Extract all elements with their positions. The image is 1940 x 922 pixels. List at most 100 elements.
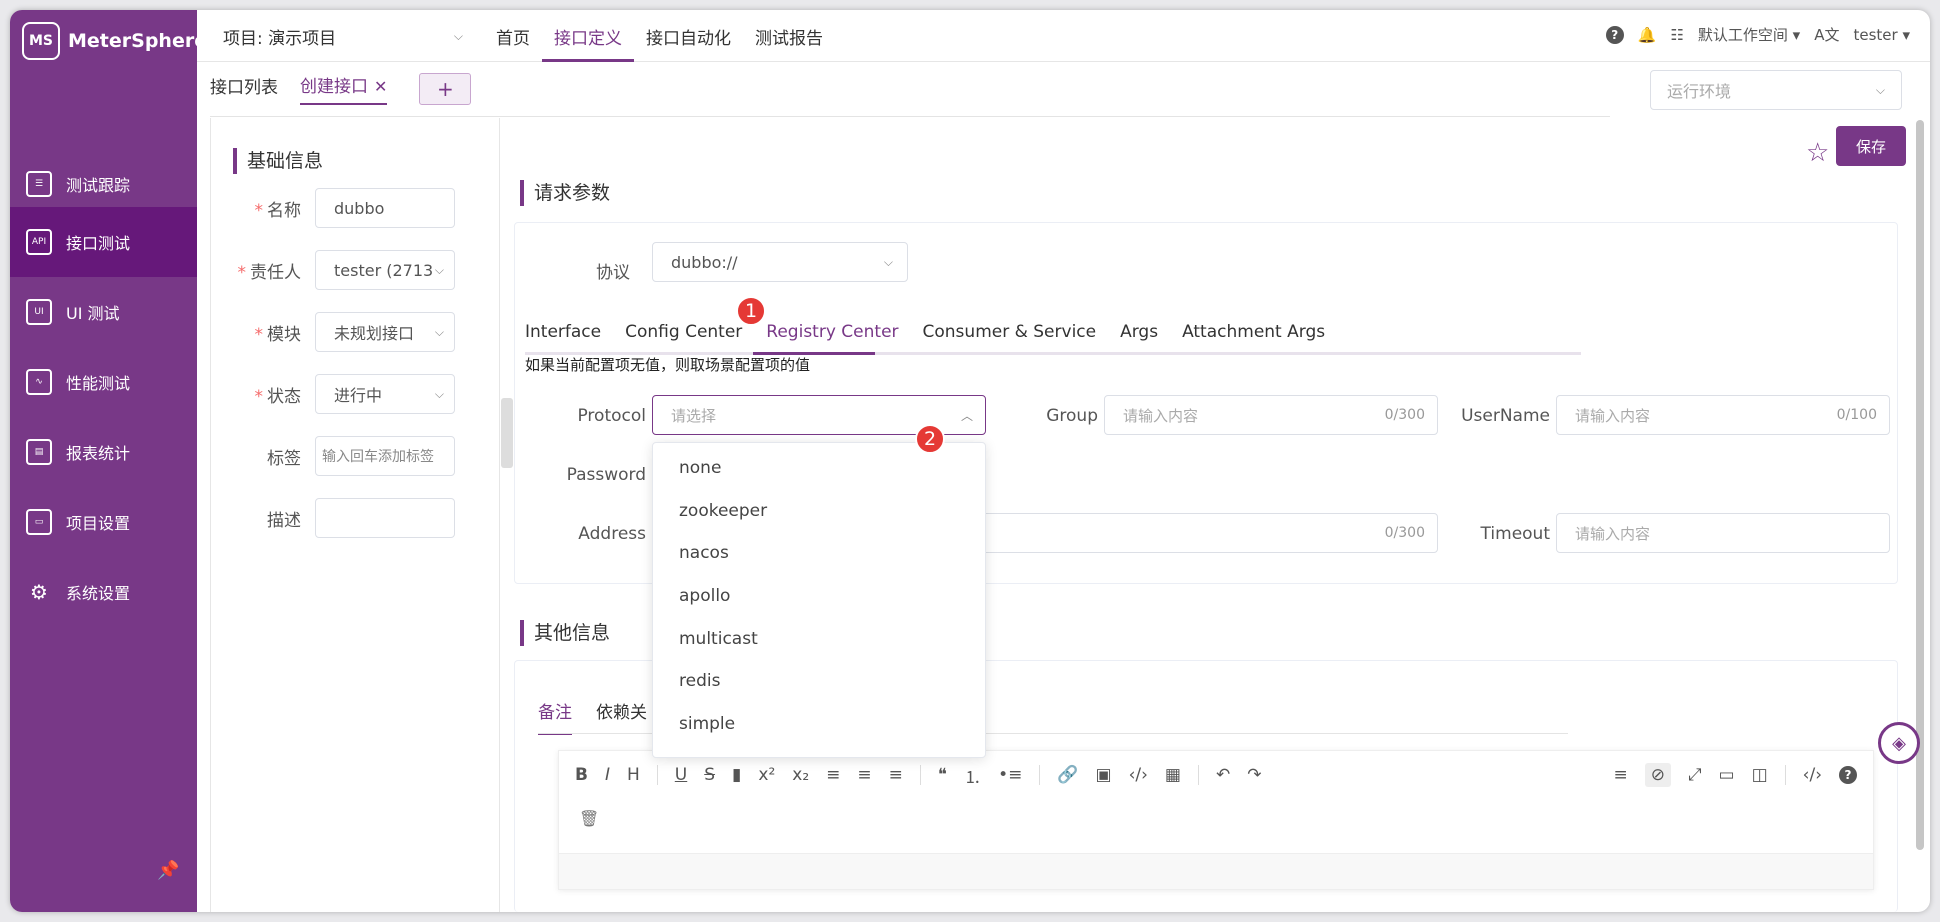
- html-code-icon[interactable]: ‹/›: [1803, 765, 1822, 785]
- step-badge-2: 2: [915, 424, 945, 454]
- split-view-icon[interactable]: ◫: [1752, 765, 1768, 785]
- preview-toggle-icon[interactable]: ⊘: [1644, 763, 1671, 787]
- tab-attachment-args[interactable]: Attachment Args: [1182, 322, 1325, 342]
- owner-select[interactable]: tester (2713 ⌵: [315, 250, 455, 290]
- link-icon[interactable]: 🔗: [1057, 765, 1078, 785]
- dropdown-option-simple[interactable]: simple: [653, 703, 985, 746]
- underline-icon[interactable]: U: [675, 765, 687, 785]
- tab-interface[interactable]: Interface: [525, 322, 601, 342]
- superscript-icon[interactable]: x²: [758, 765, 775, 785]
- star-icon[interactable]: ☆: [1806, 138, 1829, 168]
- sidebar-item-system-settings[interactable]: ⚙ 系统设置: [10, 557, 197, 627]
- folder-icon: ▭: [26, 509, 52, 535]
- request-tabs: Interface Config Center Registry Center …: [525, 322, 1325, 342]
- image-icon[interactable]: ▣: [1096, 765, 1112, 785]
- ui-icon: UI: [26, 299, 52, 325]
- status-row: * 状态 进行中 ⌵: [211, 374, 501, 414]
- address-count: 0/300: [1384, 525, 1425, 541]
- bell-icon[interactable]: 🔔: [1638, 26, 1657, 44]
- project-selector[interactable]: 项目: 演示项目 ⌵: [223, 24, 463, 49]
- markdown-editor[interactable]: B I H U S ▮ x² x₂ ≡ ≡ ≡ ❝ ⒈ •≡ 🔗 ▣ ‹/› ▦…: [558, 750, 1874, 890]
- top-nav-test-report[interactable]: 测试报告: [743, 10, 835, 62]
- help-icon[interactable]: ?: [1605, 25, 1624, 44]
- tag-label: 标签: [267, 448, 301, 469]
- tab-config-center[interactable]: Config Center: [625, 322, 742, 342]
- bookmark-icon[interactable]: ▮: [732, 765, 741, 785]
- align-left-icon[interactable]: ≡: [826, 765, 840, 785]
- heading-icon[interactable]: H: [627, 765, 640, 785]
- tab-remark[interactable]: 备注: [538, 698, 572, 735]
- timeout-input[interactable]: 请输入内容: [1556, 513, 1890, 553]
- name-input[interactable]: dubbo: [315, 188, 455, 228]
- menu-icon[interactable]: ≡: [1613, 765, 1627, 785]
- undo-icon[interactable]: ↶: [1216, 765, 1230, 785]
- strikethrough-icon[interactable]: S: [704, 765, 715, 785]
- task-list-icon[interactable]: ☷: [1670, 26, 1683, 44]
- top-nav-api-automation[interactable]: 接口自动化: [634, 10, 743, 62]
- pin-icon[interactable]: 📌: [157, 860, 179, 881]
- bold-icon[interactable]: B: [575, 765, 588, 785]
- fullscreen-icon[interactable]: ⤢: [1688, 765, 1702, 785]
- subscript-icon[interactable]: x₂: [792, 765, 809, 785]
- italic-icon[interactable]: I: [605, 765, 610, 785]
- align-center-icon[interactable]: ≡: [857, 765, 871, 785]
- align-right-icon[interactable]: ≡: [889, 765, 903, 785]
- window-icon[interactable]: ▭: [1719, 765, 1735, 785]
- tab-dependency[interactable]: 依赖关: [596, 698, 647, 735]
- trash-icon[interactable]: 🗑: [579, 809, 599, 828]
- sidebar-item-api-test[interactable]: API 接口测试: [10, 207, 197, 277]
- sidebar-item-report[interactable]: ▤ 报表统计: [10, 417, 197, 487]
- dropdown-option-multicast[interactable]: multicast: [653, 617, 985, 660]
- redo-icon[interactable]: ↷: [1247, 765, 1261, 785]
- tab-api-list[interactable]: 接口列表: [210, 73, 278, 104]
- compass-icon[interactable]: ◈: [1878, 722, 1920, 764]
- dropdown-option-zookeeper[interactable]: zookeeper: [653, 490, 985, 533]
- group-placeholder: 请输入内容: [1123, 406, 1199, 425]
- description-row: 描述: [211, 498, 501, 538]
- owner-row: * 责任人 tester (2713 ⌵: [211, 250, 501, 290]
- dropdown-option-redis[interactable]: redis: [653, 660, 985, 703]
- unordered-list-icon[interactable]: •≡: [998, 765, 1022, 785]
- table-icon[interactable]: ▦: [1165, 765, 1181, 785]
- user-menu[interactable]: tester ▾: [1853, 26, 1910, 44]
- chevron-down-icon: ⌵: [453, 29, 463, 43]
- tag-input[interactable]: 输入回车添加标签: [315, 436, 455, 476]
- toolbar-separator: [1784, 765, 1786, 785]
- close-icon[interactable]: ✕: [374, 77, 387, 96]
- tab-consumer-service[interactable]: Consumer & Service: [923, 322, 1097, 342]
- language-icon[interactable]: A文: [1814, 24, 1839, 45]
- status-select[interactable]: 进行中 ⌵: [315, 374, 455, 414]
- module-select[interactable]: 未规划接口 ⌵: [315, 312, 455, 352]
- ordered-list-icon[interactable]: ⒈: [964, 763, 981, 788]
- description-label: 描述: [267, 510, 301, 531]
- editor-body[interactable]: [559, 853, 1873, 889]
- logo-mark: MS: [22, 22, 60, 60]
- sidebar-item-project-settings[interactable]: ▭ 项目设置: [10, 487, 197, 557]
- top-nav-home[interactable]: 首页: [484, 10, 542, 62]
- tab-registry-center[interactable]: Registry Center: [766, 322, 898, 342]
- top-nav-api-definition[interactable]: 接口定义: [542, 10, 634, 62]
- group-input[interactable]: 请输入内容 0/300: [1104, 395, 1438, 435]
- help-icon[interactable]: ?: [1839, 766, 1857, 784]
- environment-select[interactable]: 运行环境 ⌵: [1650, 70, 1902, 110]
- username-input[interactable]: 请输入内容 0/100: [1556, 395, 1890, 435]
- save-button[interactable]: 保存: [1836, 126, 1906, 166]
- sidebar-item-ui-test[interactable]: UI UI 测试: [10, 277, 197, 347]
- sidebar-item-label: 项目设置: [66, 514, 131, 533]
- tab-args[interactable]: Args: [1120, 322, 1158, 342]
- dropdown-option-apollo[interactable]: apollo: [653, 575, 985, 618]
- toolbar-separator: [919, 765, 921, 785]
- dropdown-option-none[interactable]: none: [653, 447, 985, 490]
- workspace-selector[interactable]: 默认工作空间 ▾: [1698, 24, 1800, 45]
- sidebar-item-performance[interactable]: ∿ 性能测试: [10, 347, 197, 417]
- tab-create-api[interactable]: 创建接口 ✕: [300, 72, 388, 105]
- protocol-select[interactable]: dubbo:// ⌵: [652, 242, 908, 282]
- protocol-value: dubbo://: [671, 252, 738, 272]
- collapse-handle[interactable]: [501, 398, 513, 468]
- code-icon[interactable]: ‹/›: [1129, 765, 1148, 785]
- dropdown-option-nacos[interactable]: nacos: [653, 532, 985, 575]
- logo[interactable]: MS MeterSphere: [22, 22, 207, 60]
- add-tab-button[interactable]: +: [419, 72, 472, 105]
- description-textarea[interactable]: [315, 498, 455, 538]
- quote-icon[interactable]: ❝: [938, 765, 947, 785]
